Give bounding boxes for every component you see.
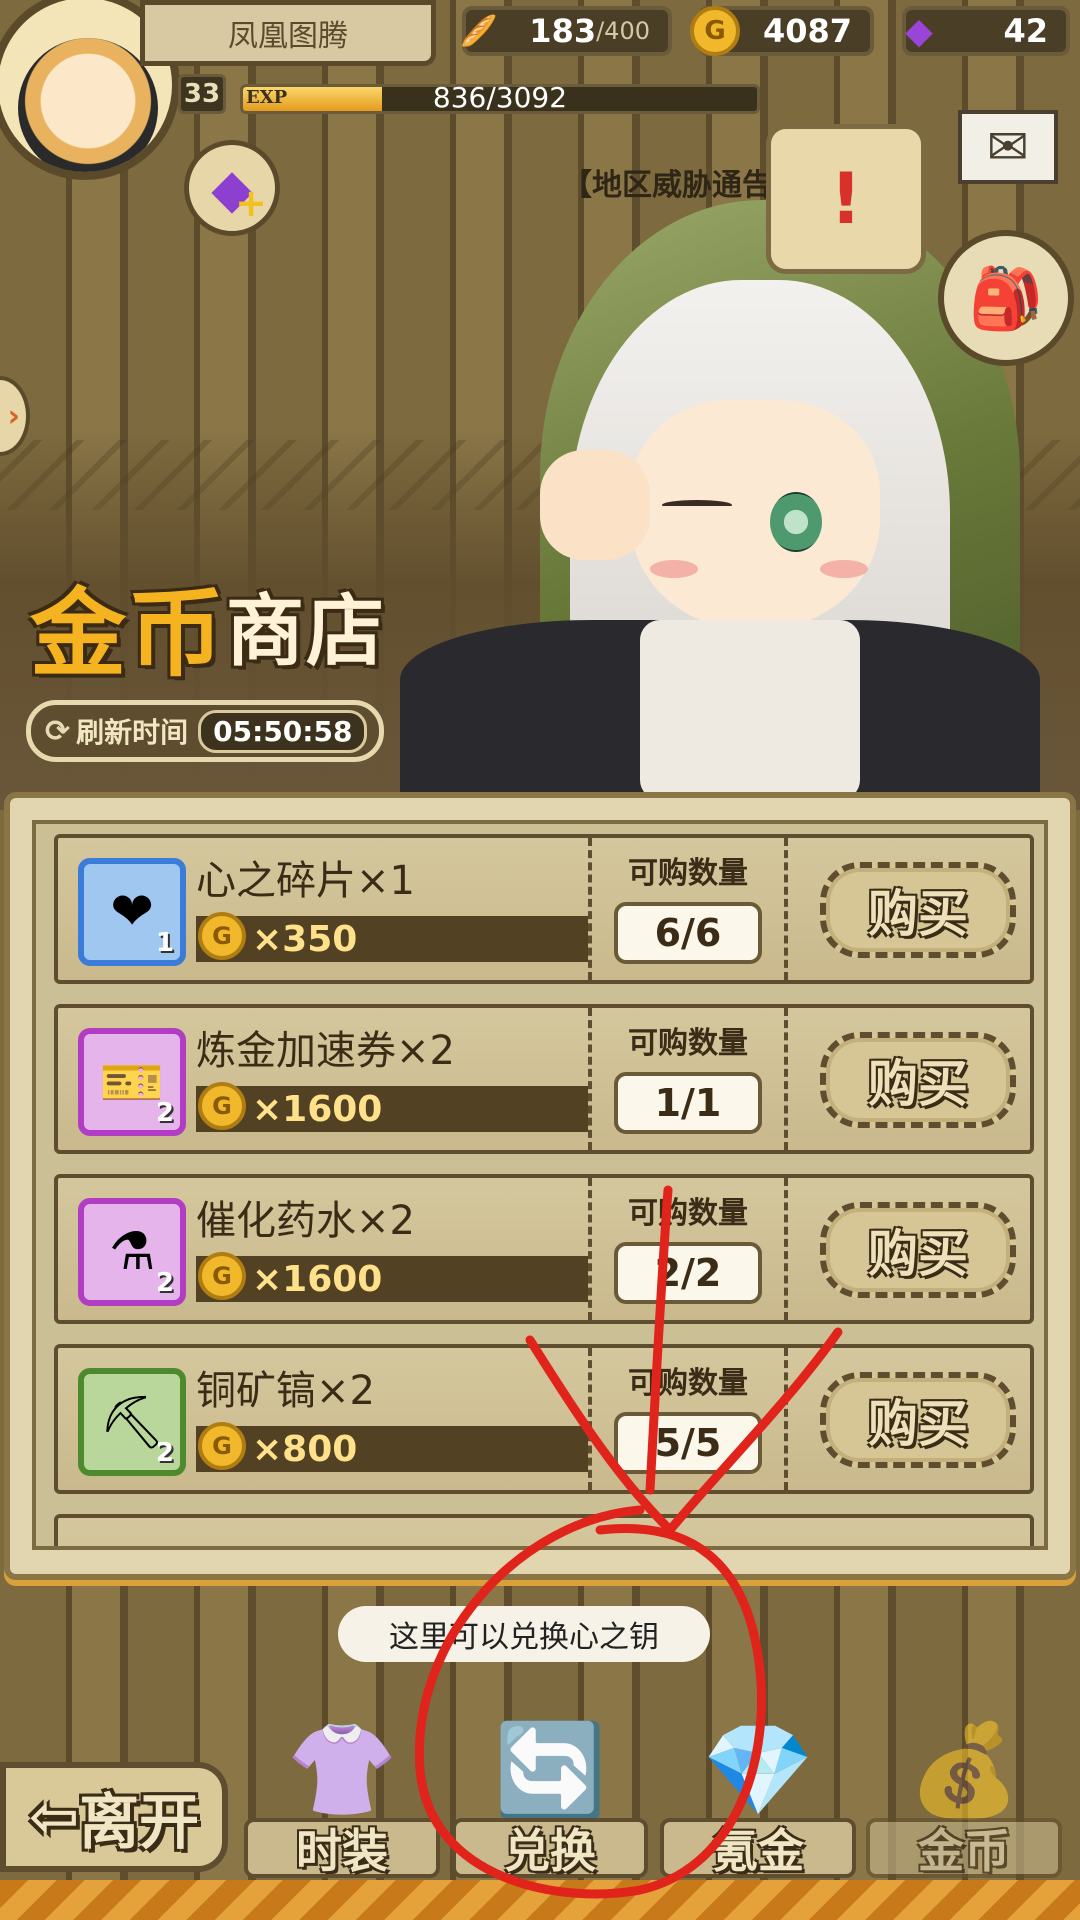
avatar-face	[18, 38, 158, 172]
stamina-max: /400	[596, 17, 650, 45]
item-price: ×1600	[196, 1086, 588, 1132]
refresh-icon: ⟳	[45, 713, 71, 749]
chevron-right-icon: ›	[7, 398, 20, 434]
character-face	[630, 400, 880, 630]
shop-panel: ❤ 1 心之碎片×1 ×350 G 可购数量 6/6 购买 🎫 2 炼金加速券×…	[4, 792, 1076, 1580]
gold-coin-icon: G	[690, 6, 740, 56]
shop-item-row-partial	[54, 1514, 1034, 1546]
buy-button[interactable]: 购买	[820, 1202, 1016, 1298]
hint-tooltip: 这里可以兑换心之钥	[338, 1606, 710, 1662]
bread-icon: 🥖	[460, 13, 498, 49]
item-price: ×1600	[196, 1256, 588, 1302]
tab-gem[interactable]: 💎 氪金	[660, 1700, 856, 1880]
player-level: 33	[178, 74, 226, 114]
qty-value: 2/2	[614, 1242, 762, 1304]
leave-button[interactable]: ⇦ 离开	[0, 1762, 228, 1872]
buy-button[interactable]: 购买	[820, 1032, 1016, 1128]
qty-label: 可购数量	[628, 1026, 748, 1061]
item-glyph: ❤	[110, 882, 154, 942]
item-count: 1	[155, 928, 174, 958]
stamina-display[interactable]: 🥖 183/400	[460, 6, 672, 56]
character-closed-eye	[662, 500, 732, 510]
backpack-icon: 🎒	[968, 263, 1044, 334]
shop-title: 金币 商店	[30, 570, 387, 690]
stamina-value: 183	[529, 12, 597, 50]
envelope-icon: ✉	[987, 118, 1029, 176]
qty-label: 可购数量	[628, 856, 748, 891]
shop-item-row: 🎫 2 炼金加速券×2 ×1600 G 可购数量 1/1 购买	[54, 1004, 1034, 1154]
character-open-eye	[770, 492, 822, 552]
shop-item-list: ❤ 1 心之碎片×1 ×350 G 可购数量 6/6 购买 🎫 2 炼金加速券×…	[54, 834, 1034, 1546]
buy-button[interactable]: 购买	[820, 1372, 1016, 1468]
tab-costume-label: 时装	[244, 1818, 440, 1878]
tab-gold[interactable]: 💰 金币	[866, 1700, 1062, 1880]
qty-label: 可购数量	[628, 1196, 748, 1231]
tab-gold-label: 金币	[866, 1818, 1062, 1878]
mail-button[interactable]: ✉	[958, 110, 1058, 184]
arrow-left-icon: ⇦	[28, 1782, 80, 1852]
character-blush-right	[820, 560, 868, 578]
player-name: 凤凰图腾	[140, 0, 436, 66]
purchase-limit: 可购数量 6/6	[588, 838, 788, 980]
gold-value: 4087	[762, 12, 852, 50]
item-price: ×800	[196, 1426, 588, 1472]
copper-pickaxe-icon[interactable]: ⛏ 2	[78, 1368, 186, 1476]
alchemy-ticket-icon[interactable]: 🎫 2	[78, 1028, 186, 1136]
item-name: 心之碎片×1	[196, 858, 415, 904]
shop-title-rest: 商店	[226, 586, 387, 677]
item-name: 炼金加速券×2	[196, 1028, 455, 1074]
tab-gem-label: 氪金	[660, 1818, 856, 1878]
notice-scroll-button[interactable]: !	[766, 124, 926, 274]
tab-costume[interactable]: 👚 时装	[244, 1700, 440, 1880]
shop-item-row: ⛏ 2 铜矿镐×2 ×800 G 可购数量 5/5 购买	[54, 1344, 1034, 1494]
gold-coin-icon: G	[198, 1082, 246, 1130]
shop-title-gold: 金币	[30, 576, 226, 690]
gold-coin-icon: G	[198, 912, 246, 960]
region-threat-notice-label[interactable]: 【地区威胁通告	[562, 160, 772, 204]
item-count: 2	[155, 1268, 174, 1298]
plus-icon: +	[235, 181, 267, 225]
gold-coin-icon: G	[198, 1252, 246, 1300]
purchase-limit: 可购数量 2/2	[588, 1178, 788, 1320]
gem-icon: ◆	[905, 10, 933, 52]
exclamation-scroll-icon: !	[830, 158, 862, 240]
leave-label: 离开	[79, 1787, 200, 1858]
character-blush-left	[650, 560, 698, 578]
refresh-time: 05:50:58	[198, 709, 368, 753]
buy-gems-button[interactable]: ◆ +	[184, 140, 280, 236]
item-price: ×350	[196, 916, 588, 962]
gold-display[interactable]: G 4087	[690, 6, 874, 56]
backpack-button[interactable]: 🎒	[938, 230, 1074, 366]
qty-label: 可购数量	[628, 1366, 748, 1401]
purchase-limit: 可购数量 5/5	[588, 1348, 788, 1490]
purchase-limit: 可购数量 1/1	[588, 1008, 788, 1150]
catalyst-potion-icon[interactable]: ⚗ 2	[78, 1198, 186, 1306]
heart-shard-icon[interactable]: ❤ 1	[78, 858, 186, 966]
bottom-border	[0, 1880, 1080, 1920]
item-count: 2	[155, 1438, 174, 1468]
exp-text: 836/3092	[432, 81, 568, 114]
qty-value: 6/6	[614, 902, 762, 964]
shop-list-viewport[interactable]: ❤ 1 心之碎片×1 ×350 G 可购数量 6/6 购买 🎫 2 炼金加速券×…	[32, 820, 1048, 1550]
gold-coin-icon: G	[198, 1422, 246, 1470]
qty-value: 1/1	[614, 1072, 762, 1134]
qty-value: 5/5	[614, 1412, 762, 1474]
gem-display[interactable]: ◆ 42	[902, 6, 1070, 56]
item-glyph: ⚗	[108, 1222, 156, 1282]
refresh-timer: ⟳ 刷新时间 05:50:58	[26, 700, 384, 762]
gem-value: 42	[1003, 12, 1048, 50]
item-name: 铜矿镐×2	[196, 1368, 375, 1414]
shop-item-row: ⚗ 2 催化药水×2 ×1600 G 可购数量 2/2 购买	[54, 1174, 1034, 1324]
character-hand	[540, 450, 650, 560]
buy-button[interactable]: 购买	[820, 862, 1016, 958]
item-count: 2	[155, 1098, 174, 1128]
tab-exchange-label: 兑换	[452, 1818, 648, 1878]
character-collar	[640, 620, 860, 800]
shop-item-row: ❤ 1 心之碎片×1 ×350 G 可购数量 6/6 购买	[54, 834, 1034, 984]
tab-exchange[interactable]: 🔄 兑换	[452, 1700, 648, 1880]
refresh-label: 刷新时间	[76, 716, 189, 749]
item-glyph: 🎫	[99, 1052, 165, 1113]
item-name: 催化药水×2	[196, 1198, 415, 1244]
